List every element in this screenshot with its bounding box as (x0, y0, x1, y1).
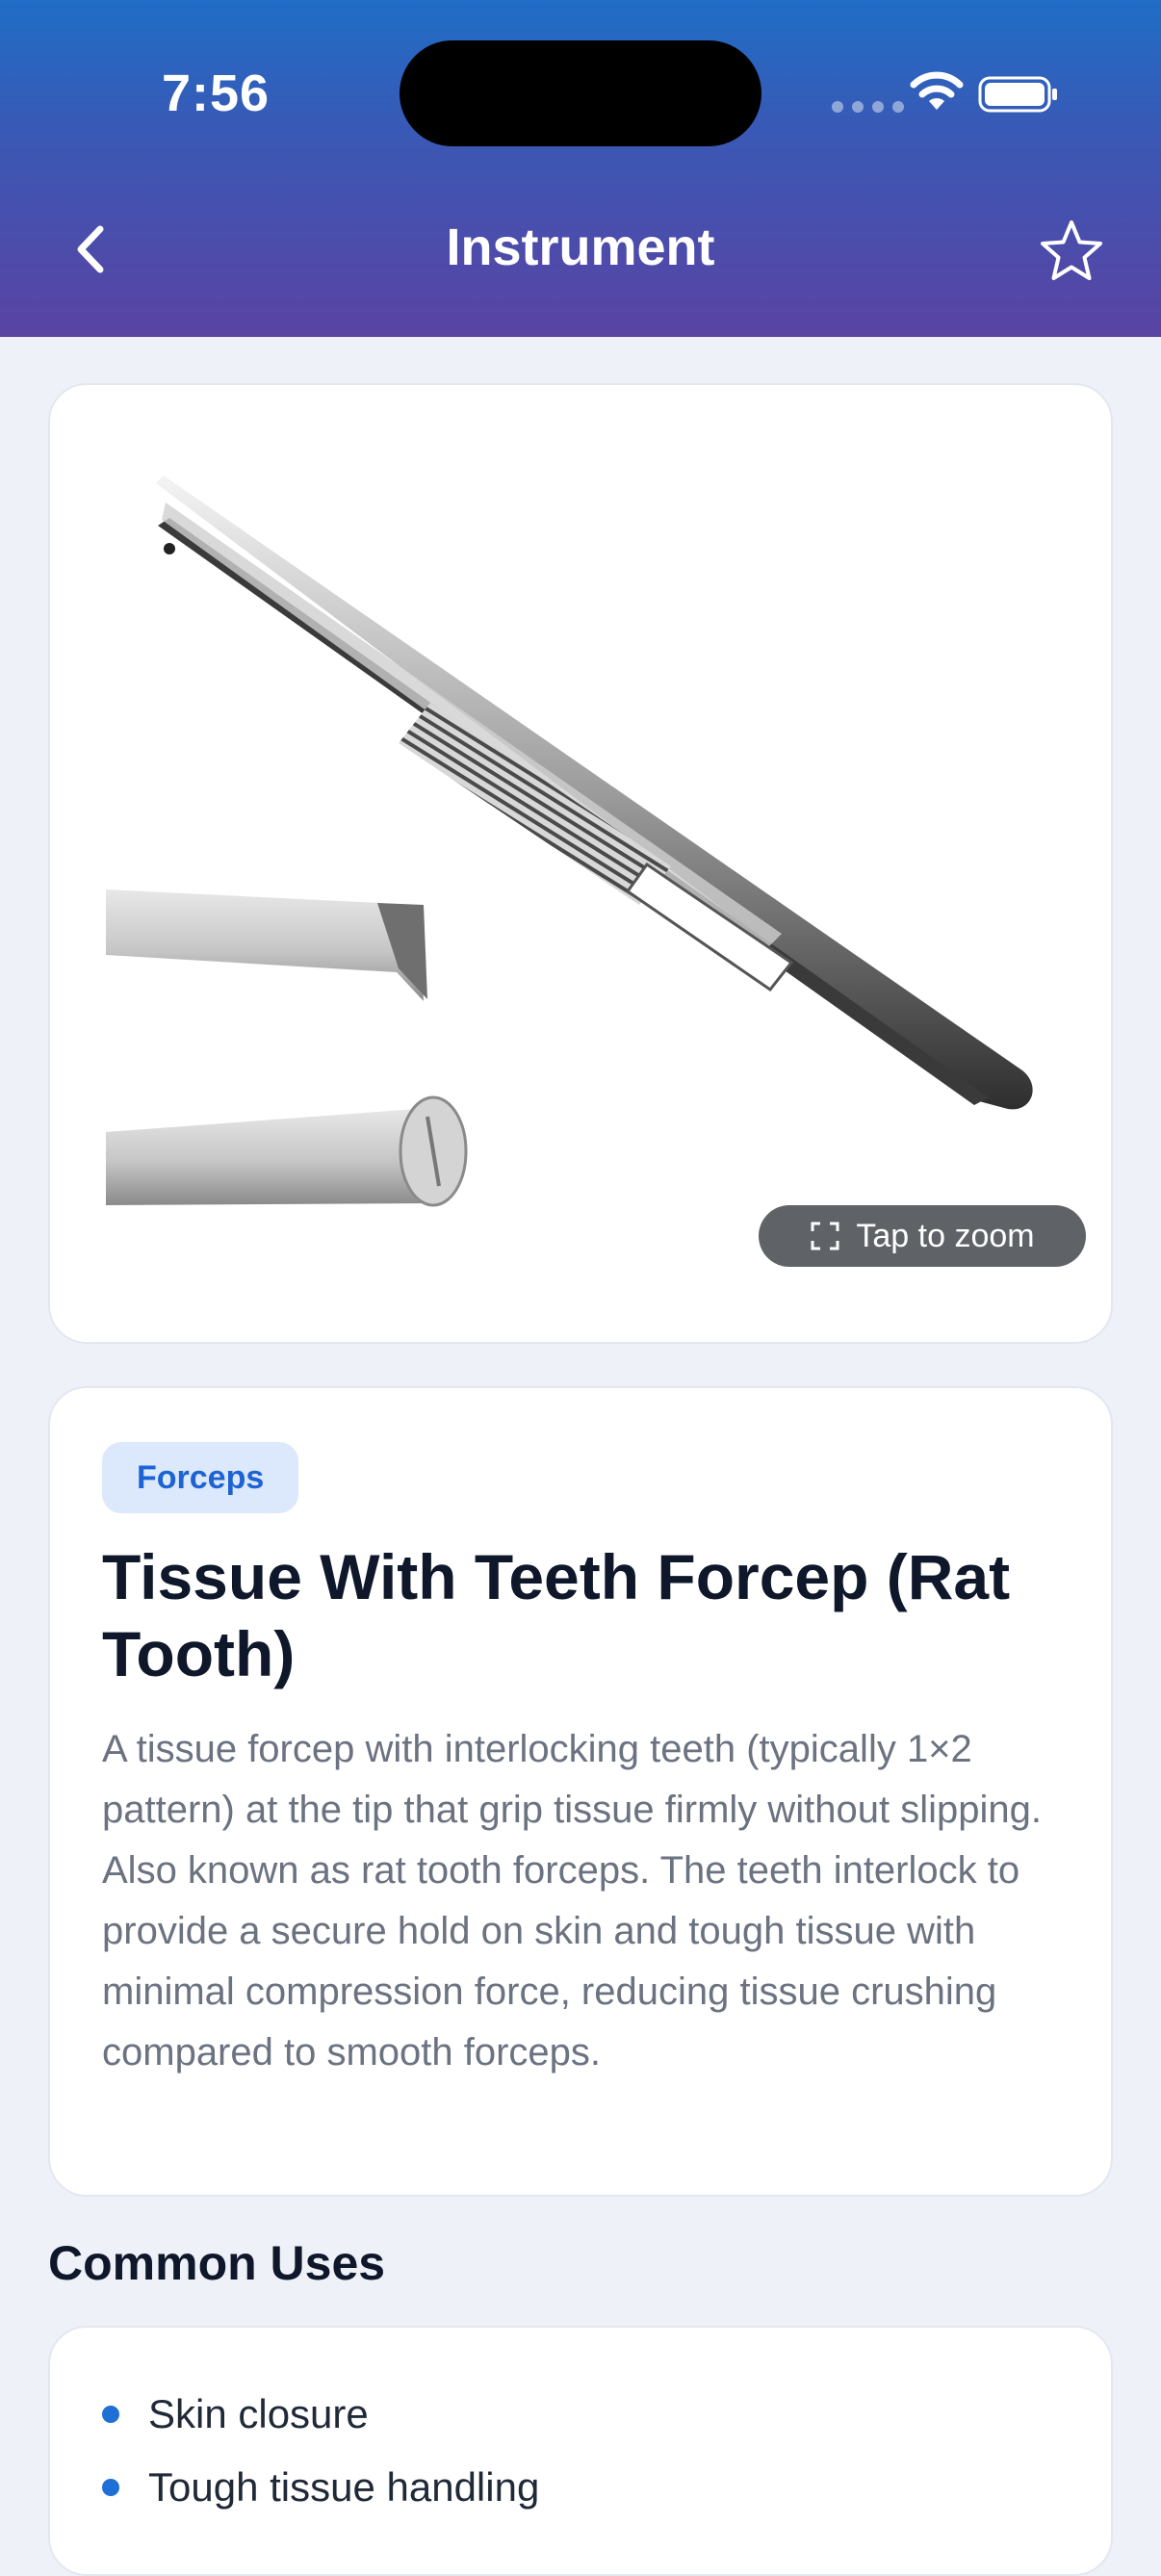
dynamic-island (400, 40, 761, 146)
instrument-title: Tissue With Teeth Forcep (Rat Tooth) (102, 1541, 1011, 1689)
common-uses-card: Skin closure Tough tissue handling (48, 2326, 1113, 2576)
category-badge: Forceps (102, 1442, 299, 1513)
tap-to-zoom-button[interactable]: Tap to zoom (759, 1205, 1086, 1267)
page-title: Instrument (446, 219, 715, 276)
bullet-icon (102, 2406, 119, 2423)
bullet-icon (102, 2479, 119, 2496)
instrument-image-card[interactable]: Tap to zoom (48, 383, 1113, 1344)
instrument-description: A tissue forcep with interlocking teeth … (102, 1728, 1043, 2074)
favorite-star-button[interactable] (1038, 218, 1105, 285)
app-header: 7:56 Instrument (0, 0, 1161, 337)
list-item: Skin closure (102, 2378, 539, 2451)
use-label: Skin closure (148, 2391, 369, 2436)
instrument-photo[interactable] (50, 385, 1113, 1344)
battery-icon (978, 76, 1057, 113)
common-uses-list: Skin closure Tough tissue handling (102, 2378, 539, 2524)
common-uses-heading: Common Uses (48, 2236, 386, 2290)
wifi-icon (910, 71, 964, 110)
cellular-signal-icon (832, 101, 904, 113)
zoom-hint-label: Tap to zoom (856, 1217, 1035, 1254)
use-label: Tough tissue handling (148, 2464, 540, 2510)
expand-icon (811, 1222, 839, 1250)
list-item: Tough tissue handling (102, 2451, 539, 2524)
status-time: 7:56 (162, 64, 271, 122)
instrument-info-card: Forceps Tissue With Teeth Forcep (Rat To… (48, 1386, 1113, 2197)
